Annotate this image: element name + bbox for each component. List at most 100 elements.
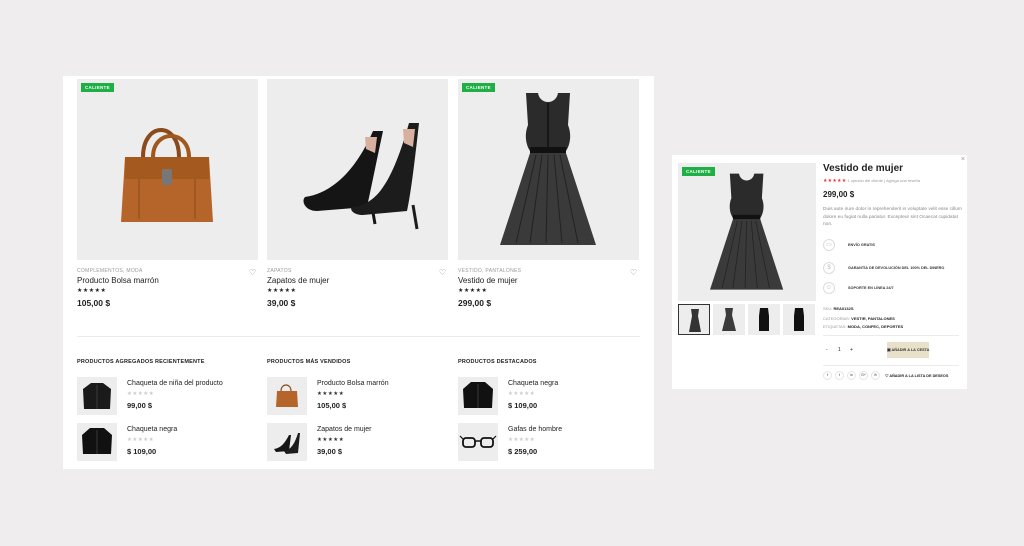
list-item-name[interactable]: Chaqueta negra bbox=[127, 426, 177, 433]
tags-row: ETIQUETAS: MODA, CONFEC, DEPORTES bbox=[823, 324, 904, 329]
list-item[interactable]: Gafas de hombre ★★★★★ $ 259,00 bbox=[458, 423, 638, 463]
handbag-image bbox=[121, 128, 213, 222]
sku-row: SKU: REA0132S bbox=[823, 306, 854, 311]
list-item[interactable]: Chaqueta de niña del producto ★★★★★ 99,0… bbox=[77, 377, 257, 417]
google-plus-icon[interactable]: G+ bbox=[859, 371, 868, 380]
list-item-name[interactable]: Zapatos de mujer bbox=[317, 426, 371, 433]
list-item-rating: ★★★★★ bbox=[317, 437, 345, 443]
heart-icon[interactable]: ♡ bbox=[249, 268, 256, 277]
product-title: Vestido de mujer bbox=[823, 163, 904, 174]
list-item-price: 105,00 $ bbox=[317, 401, 347, 410]
support-icon: ☺ bbox=[823, 282, 835, 294]
list-title: PRODUCTOS AGREGADOS RECIENTEMENTE bbox=[77, 359, 205, 365]
list-item-price: 39,00 $ bbox=[317, 447, 343, 456]
add-to-cart-button[interactable]: ▣ AÑADIR A LA CESTA bbox=[887, 342, 929, 358]
product-category[interactable]: COMPLEMENTOS, MODA bbox=[77, 268, 258, 274]
product-card-shoes[interactable]: ZAPATOS Zapatos de mujer ★★★★★ 39,00 $ ♡ bbox=[267, 79, 448, 308]
list-item[interactable]: Zapatos de mujer ★★★★★ 39,00 $ bbox=[267, 423, 447, 463]
product-name[interactable]: Zapatos de mujer bbox=[267, 276, 448, 285]
store-panel: CALIENTE COMPLEMENTOS, MODA Producto Bol… bbox=[63, 76, 654, 469]
add-to-wishlist-link[interactable]: ♡ AÑADIR A LA LISTA DE DESEOS bbox=[885, 373, 948, 378]
product-info: Vestido de mujer ★★★★★ 1 opinión del cli… bbox=[823, 163, 963, 229]
list-item-rating: ★★★★★ bbox=[127, 437, 155, 443]
list-item-rating: ★★★★★ bbox=[508, 391, 536, 397]
list-item-price: 99,00 $ bbox=[127, 401, 153, 410]
product-category[interactable]: ZAPATOS bbox=[267, 268, 448, 274]
list-item[interactable]: Chaqueta negra ★★★★★ $ 109,00 bbox=[458, 377, 638, 417]
product-rating: ★★★★★ bbox=[267, 288, 297, 294]
jacket-thumbnail[interactable] bbox=[77, 423, 117, 461]
product-rating: ★★★★★ 1 opinión del cliente | Agrega una… bbox=[823, 178, 963, 184]
hot-badge: CALIENTE bbox=[682, 167, 715, 176]
product-name[interactable]: Producto Bolsa marrón bbox=[77, 276, 258, 285]
product-image[interactable]: CALIENTE bbox=[458, 79, 639, 260]
email-icon[interactable]: ✉ bbox=[871, 371, 880, 380]
quantity-stepper[interactable]: - 1 + bbox=[823, 343, 857, 357]
sku-value: REA0132S bbox=[833, 306, 854, 311]
reviews-link[interactable]: 1 opinión del cliente bbox=[848, 178, 883, 183]
glasses-thumbnail[interactable] bbox=[458, 423, 498, 461]
dress-image bbox=[500, 93, 596, 245]
facebook-icon[interactable]: f bbox=[823, 371, 832, 380]
list-item[interactable]: Producto Bolsa marrón ★★★★★ 105,00 $ bbox=[267, 377, 447, 417]
close-icon[interactable]: × bbox=[961, 156, 965, 163]
product-price: 105,00 $ bbox=[77, 298, 111, 308]
shoes-image bbox=[303, 123, 419, 230]
shoes-thumbnail[interactable] bbox=[267, 423, 307, 461]
product-price: 39,00 $ bbox=[267, 298, 296, 308]
list-item-name[interactable]: Producto Bolsa marrón bbox=[317, 380, 389, 387]
linkedin-icon[interactable]: in bbox=[847, 371, 856, 380]
product-category[interactable]: VESTIDO, PANTALONES bbox=[458, 268, 639, 274]
thumbnail-1[interactable] bbox=[678, 304, 710, 335]
product-card-bag[interactable]: CALIENTE COMPLEMENTOS, MODA Producto Bol… bbox=[77, 79, 258, 308]
featured-products-list: PRODUCTOS DESTACADOS Chaqueta negra ★★★★… bbox=[458, 359, 638, 461]
qty-plus-button[interactable]: + bbox=[850, 347, 853, 353]
product-price: 299,00 $ bbox=[458, 298, 492, 308]
jacket-thumbnail[interactable] bbox=[458, 377, 498, 415]
hot-badge: CALIENTE bbox=[462, 83, 495, 92]
jacket-thumbnail[interactable] bbox=[77, 377, 117, 415]
product-price: 299,00 $ bbox=[823, 190, 855, 199]
thumbnail-2[interactable] bbox=[713, 304, 745, 335]
recent-products-list: PRODUCTOS AGREGADOS RECIENTEMENTE Chaque… bbox=[77, 359, 257, 461]
list-item[interactable]: Chaqueta negra ★★★★★ $ 109,00 bbox=[77, 423, 257, 463]
quick-view-modal: × CALIENTE Vestido de mujer ★★★★★ 1 opin… bbox=[672, 155, 967, 389]
product-image[interactable] bbox=[267, 79, 448, 260]
rating-stars: ★★★★★ bbox=[823, 178, 847, 184]
handbag-thumbnail[interactable] bbox=[267, 377, 307, 415]
hot-badge: CALIENTE bbox=[81, 83, 114, 92]
thumbnail-4[interactable] bbox=[783, 304, 815, 335]
thumbnail-3[interactable] bbox=[748, 304, 780, 335]
money-icon: $ bbox=[823, 262, 835, 274]
list-item-price: $ 109,00 bbox=[127, 447, 157, 456]
product-image[interactable]: CALIENTE bbox=[77, 79, 258, 260]
list-item-price: $ 109,00 bbox=[508, 401, 538, 410]
add-review-link[interactable]: Agrega una reseña bbox=[886, 178, 920, 183]
quick-view-main-image[interactable]: CALIENTE bbox=[678, 163, 816, 301]
product-name[interactable]: Vestido de mujer bbox=[458, 276, 639, 285]
heart-icon[interactable]: ♡ bbox=[439, 268, 446, 277]
divider bbox=[823, 335, 959, 336]
product-rating: ★★★★★ bbox=[77, 288, 107, 294]
dress-image bbox=[710, 173, 784, 290]
list-item-name[interactable]: Chaqueta negra bbox=[508, 380, 558, 387]
list-item-rating: ★★★★★ bbox=[508, 437, 536, 443]
heart-icon[interactable]: ♡ bbox=[630, 268, 637, 277]
categories-value[interactable]: VESTIR, PANTALONES bbox=[851, 316, 895, 321]
truck-icon: ▭ bbox=[823, 239, 835, 251]
list-item-name[interactable]: Gafas de hombre bbox=[508, 426, 562, 433]
list-item-name[interactable]: Chaqueta de niña del producto bbox=[127, 380, 223, 387]
twitter-icon[interactable]: t bbox=[835, 371, 844, 380]
bestseller-products-list: PRODUCTOS MÁS VENDIDOS Producto Bolsa ma… bbox=[267, 359, 447, 461]
list-item-price: $ 259,00 bbox=[508, 447, 538, 456]
list-item-rating: ★★★★★ bbox=[127, 391, 155, 397]
qty-minus-button[interactable]: - bbox=[826, 347, 828, 353]
tags-value[interactable]: MODA, CONFEC, DEPORTES bbox=[848, 324, 904, 329]
categories-row: CATEGORÍAS: VESTIR, PANTALONES bbox=[823, 316, 895, 321]
product-card-dress[interactable]: CALIENTE VESTIDO, PANTALONES Vestido de … bbox=[458, 79, 639, 308]
divider bbox=[823, 365, 959, 366]
list-item-rating: ★★★★★ bbox=[317, 391, 345, 397]
product-rating: ★★★★★ bbox=[458, 288, 488, 294]
product-description: Duis aute irure dolor in reprehenderit i… bbox=[823, 207, 962, 227]
qty-value[interactable]: 1 bbox=[838, 347, 841, 353]
